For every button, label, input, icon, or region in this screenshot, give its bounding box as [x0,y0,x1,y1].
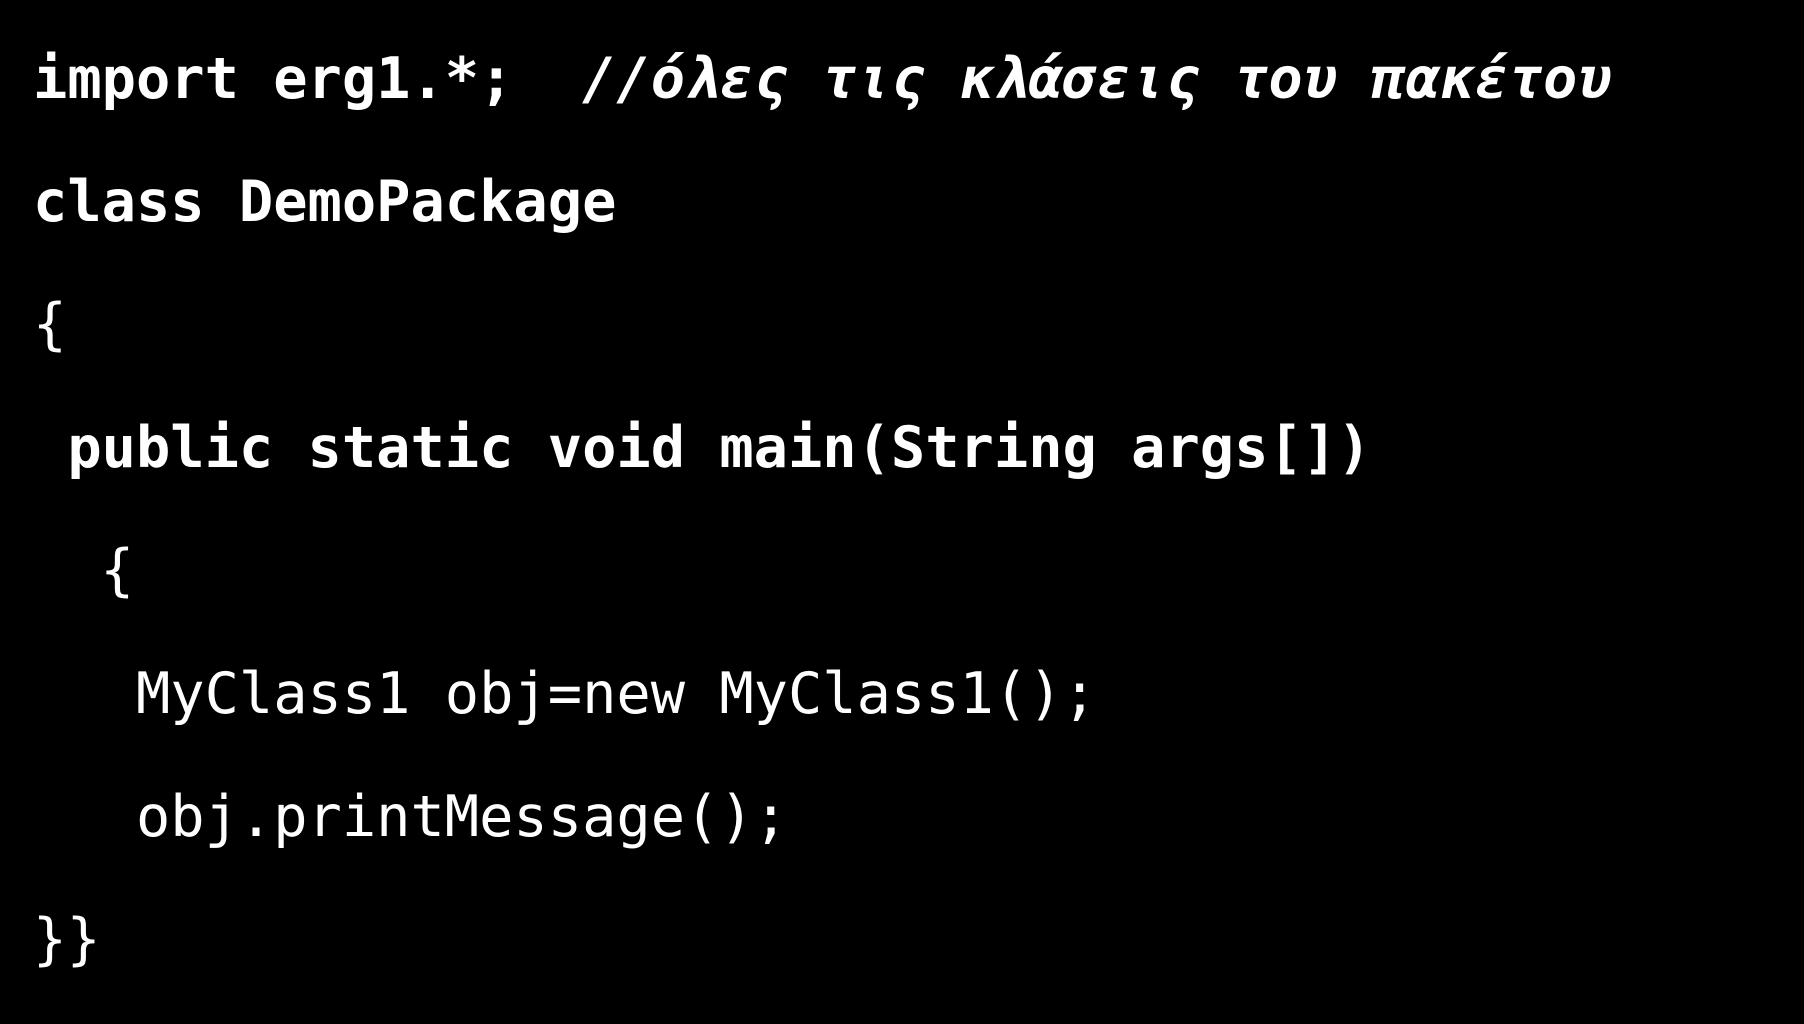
code-text-main-method: public static void main(String args[]) [33,415,1372,481]
code-line-object-instantiation: MyClass1 obj=new MyClass1(); [0,655,1804,733]
code-text-open-brace-class: { [33,292,67,357]
code-line-main-method: public static void main(String args[]) [0,409,1804,487]
code-line-open-brace-class: { [0,286,1804,364]
code-text-object-instantiation: MyClass1 obj=new MyClass1(); [33,661,1097,727]
code-text-open-brace-main: { [33,538,135,603]
code-comment-greek: //όλες τις κλάσεις του πακέτου [582,46,1612,112]
code-line-import: import erg1.*; //όλες τις κλάσεις του πα… [0,40,1804,118]
code-line-method-call: obj.printMessage(); [0,778,1804,856]
code-line-class-declaration: class DemoPackage [0,163,1804,241]
code-listing: import erg1.*; //όλες τις κλάσεις του πα… [0,0,1804,1024]
code-text-import: import erg1.*; [33,46,583,112]
code-text-close-braces: }} [33,907,101,972]
code-text-method-call: obj.printMessage(); [33,784,788,850]
code-text-class-declaration: class DemoPackage [33,169,617,235]
code-line-open-brace-main: { [0,532,1804,610]
code-slide: import erg1.*; //όλες τις κλάσεις του πα… [0,0,1804,972]
code-line-close-braces: }} [0,901,1804,979]
